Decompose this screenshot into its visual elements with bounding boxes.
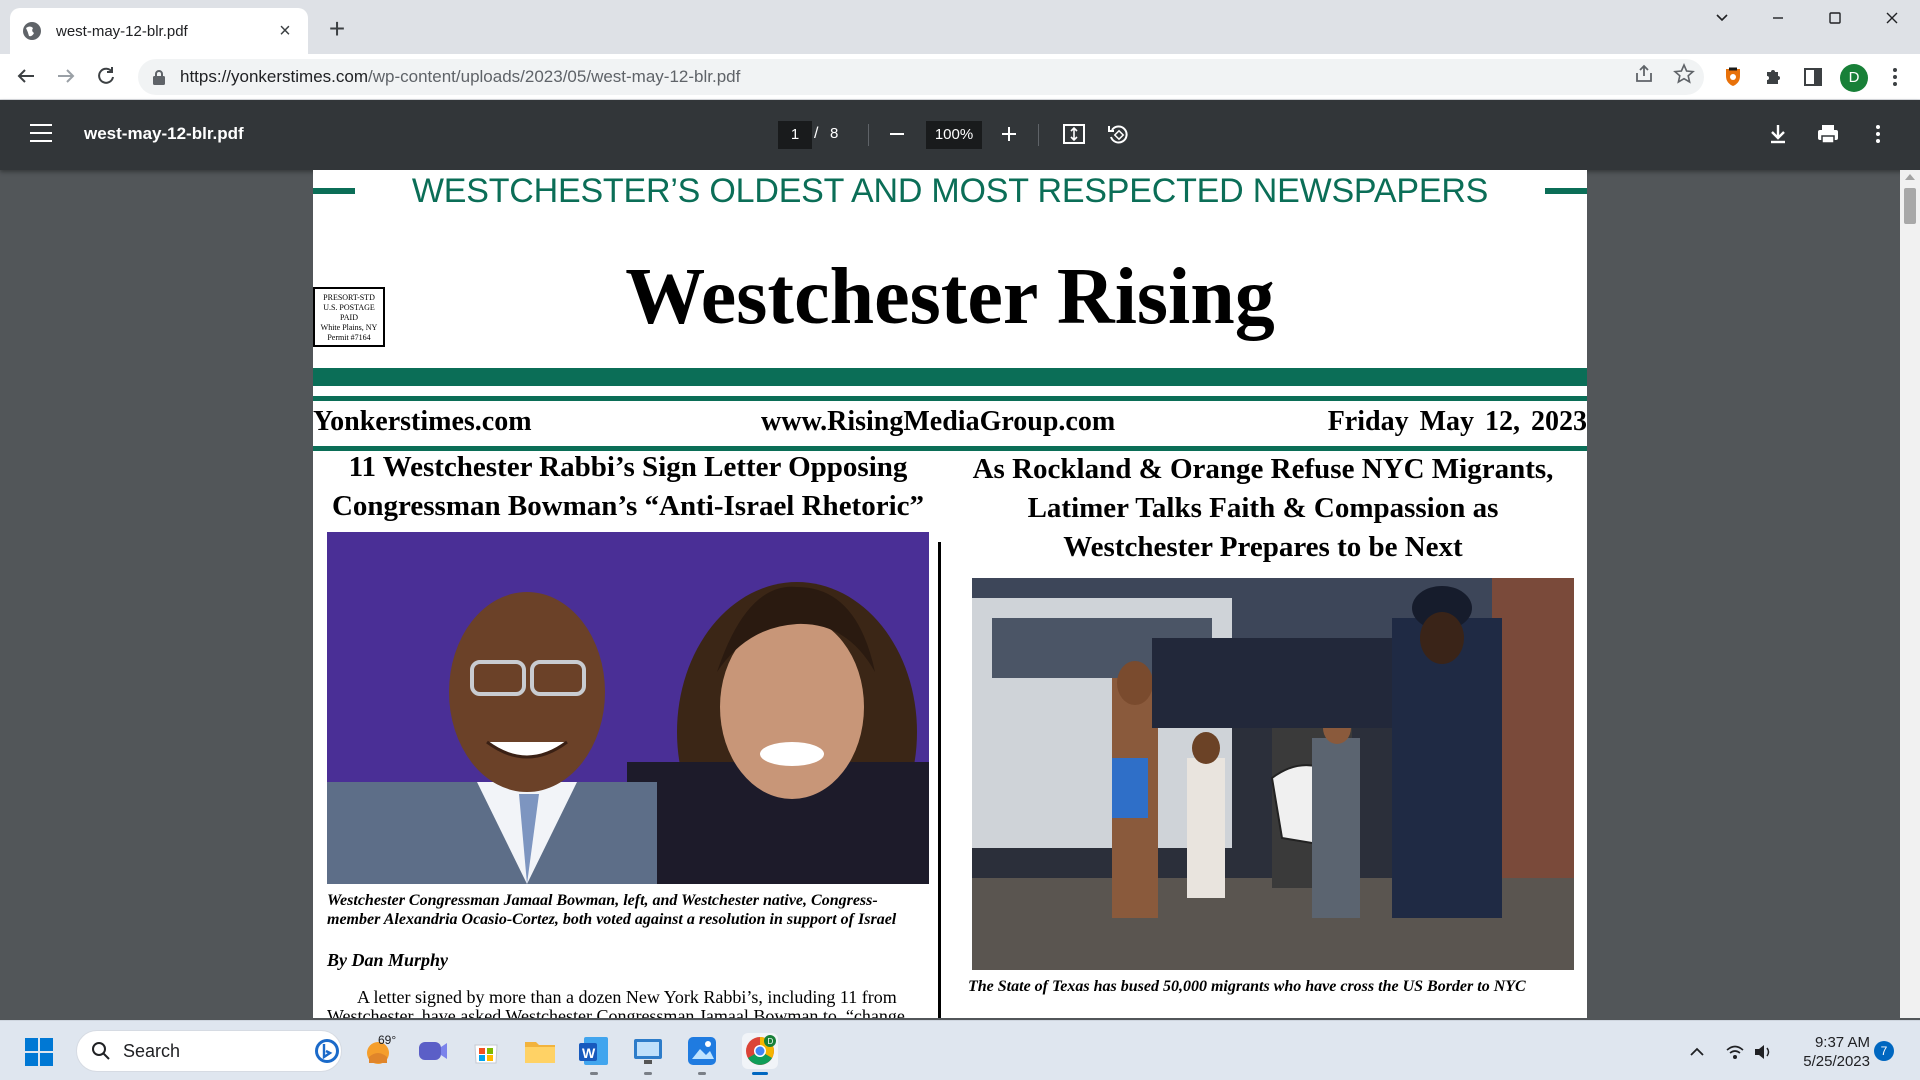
svg-text:W: W bbox=[582, 1045, 596, 1061]
page-separator: / bbox=[814, 125, 819, 142]
remote-desktop-icon[interactable] bbox=[630, 1033, 666, 1075]
dateline: Yonkerstimes.com www.RisingMediaGroup.co… bbox=[313, 406, 1587, 444]
print-icon[interactable] bbox=[1816, 122, 1842, 148]
column-rule bbox=[938, 542, 941, 1018]
system-clock[interactable]: 9:37 AM 5/25/2023 bbox=[1790, 1033, 1870, 1071]
volume-icon[interactable] bbox=[1752, 1041, 1774, 1063]
forward-button[interactable] bbox=[52, 64, 80, 92]
left-photo-caption: Westchester Congressman Jamaal Bowman, l… bbox=[327, 892, 897, 928]
extensions-puzzle-icon[interactable] bbox=[1760, 66, 1786, 92]
issue-date: Friday May 12, 2023 bbox=[1327, 406, 1587, 437]
maximize-window-button[interactable] bbox=[1815, 10, 1855, 40]
windows-taskbar: Search 69° W D 9:37 AM 5/25/2023 7 bbox=[0, 1020, 1920, 1080]
close-tab-icon[interactable]: × bbox=[274, 20, 296, 43]
browser-toolbar: https://yonkerstimes.com/wp-content/uplo… bbox=[0, 54, 1920, 100]
browser-tab-active[interactable]: west-may-12-blr.pdf × bbox=[10, 8, 308, 54]
tab-title: west-may-12-blr.pdf bbox=[56, 22, 188, 40]
windows-start-icon[interactable] bbox=[24, 1037, 54, 1067]
share-icon[interactable] bbox=[1630, 63, 1658, 91]
right-photo-caption: The State of Texas has bused 50,000 migr… bbox=[968, 978, 1526, 995]
file-explorer-icon[interactable] bbox=[522, 1033, 558, 1069]
toolbar-divider bbox=[1038, 124, 1039, 146]
left-article-body: A letter signed by more than a dozen New… bbox=[327, 987, 905, 1019]
headline-line: Congressman Bowman’s “Anti-Israel Rhetor… bbox=[331, 490, 925, 522]
running-indicator bbox=[698, 1072, 706, 1075]
clock-time: 9:37 AM bbox=[1814, 1034, 1870, 1051]
extension-shield-icon[interactable] bbox=[1720, 66, 1746, 92]
left-article-headline: 11 Westchester Rabbi’s Sign Letter Oppos… bbox=[313, 448, 943, 526]
clock-date: 5/25/2023 bbox=[1803, 1053, 1870, 1070]
address-bar[interactable]: https://yonkerstimes.com/wp-content/uplo… bbox=[138, 59, 1704, 95]
microsoft-store-icon[interactable] bbox=[468, 1033, 504, 1069]
pdf-viewer-toolbar: west-may-12-blr.pdf 1 / 8 100% bbox=[0, 100, 1920, 170]
show-hidden-icons-chevron-icon[interactable] bbox=[1686, 1041, 1708, 1063]
chrome-menu-icon[interactable] bbox=[1882, 66, 1908, 92]
notification-badge[interactable]: 7 bbox=[1874, 1041, 1894, 1061]
pdf-file-name: west-may-12-blr.pdf bbox=[84, 124, 244, 143]
headline-line: As Rockland & Orange Refuse NYC Migrants… bbox=[972, 453, 1554, 485]
wifi-icon[interactable] bbox=[1724, 1041, 1746, 1063]
zoom-level-input[interactable]: 100% bbox=[926, 121, 982, 149]
running-indicator bbox=[590, 1072, 598, 1075]
minimize-window-button[interactable] bbox=[1758, 10, 1798, 40]
search-icon bbox=[92, 1042, 110, 1060]
headline-line: 11 Westchester Rabbi’s Sign Letter Oppos… bbox=[348, 451, 908, 483]
word-app-icon[interactable]: W bbox=[576, 1033, 612, 1075]
pdf-scrollbar[interactable] bbox=[1900, 170, 1920, 1018]
newspaper-tagline: WESTCHESTER’S OLDEST AND MOST RESPECTED … bbox=[411, 172, 1489, 210]
bookmark-star-icon[interactable] bbox=[1670, 62, 1698, 91]
back-button[interactable] bbox=[12, 64, 40, 92]
page-number-input[interactable]: 1 bbox=[778, 121, 812, 149]
masthead-rule-thick bbox=[313, 368, 1587, 386]
profile-avatar[interactable]: D bbox=[1840, 64, 1868, 92]
site-left: Yonkerstimes.com bbox=[313, 406, 532, 437]
tab-search-chevron-icon[interactable] bbox=[1702, 10, 1742, 40]
reload-button[interactable] bbox=[92, 64, 120, 92]
page-total: 8 bbox=[830, 125, 839, 142]
chrome-app-icon[interactable]: D bbox=[742, 1033, 778, 1075]
svg-text:D: D bbox=[768, 1037, 774, 1046]
scroll-up-arrow-icon[interactable] bbox=[1905, 174, 1915, 180]
search-label: Search bbox=[123, 1040, 181, 1061]
browser-tab-strip: west-may-12-blr.pdf × + bbox=[0, 0, 1920, 54]
more-options-icon[interactable] bbox=[1866, 122, 1892, 148]
zoom-out-button[interactable] bbox=[882, 120, 912, 150]
globe-icon bbox=[23, 22, 41, 40]
menu-hamburger-icon[interactable] bbox=[30, 124, 52, 142]
close-window-button[interactable] bbox=[1872, 10, 1912, 40]
headline-line: Latimer Talks Faith & Compassion as bbox=[1027, 492, 1499, 524]
taskbar-search-box[interactable]: Search bbox=[76, 1030, 342, 1072]
side-panel-icon[interactable] bbox=[1800, 66, 1826, 92]
toolbar-divider bbox=[868, 124, 869, 146]
headline-line: Westchester Prepares to be Next bbox=[1063, 531, 1463, 563]
photos-app-icon[interactable] bbox=[684, 1033, 720, 1075]
bowman-ocasio-cortez-photo bbox=[327, 532, 929, 884]
teams-chat-icon[interactable] bbox=[414, 1033, 450, 1069]
url-text: https://yonkerstimes.com/wp-content/uplo… bbox=[180, 67, 741, 86]
site-center: www.RisingMediaGroup.com bbox=[761, 406, 1116, 437]
migrants-bus-photo bbox=[972, 578, 1574, 970]
lock-icon[interactable] bbox=[152, 69, 166, 85]
rotate-icon[interactable] bbox=[1106, 122, 1132, 148]
fit-to-page-icon[interactable] bbox=[1062, 122, 1088, 148]
download-icon[interactable] bbox=[1766, 122, 1792, 148]
bing-icon[interactable] bbox=[313, 1037, 341, 1065]
right-article-headline: As Rockland & Orange Refuse NYC Migrants… bbox=[953, 450, 1573, 567]
scrollbar-thumb[interactable] bbox=[1904, 188, 1916, 224]
weather-temperature: 69° bbox=[378, 1033, 397, 1047]
newspaper-masthead: Westchester Rising bbox=[625, 253, 1275, 341]
new-tab-button[interactable]: + bbox=[322, 14, 352, 44]
running-indicator bbox=[644, 1072, 652, 1075]
left-article-byline: By Dan Murphy bbox=[327, 950, 449, 970]
running-indicator bbox=[752, 1072, 768, 1075]
pdf-page: WESTCHESTER’S OLDEST AND MOST RESPECTED … bbox=[313, 170, 1587, 1018]
zoom-in-button[interactable] bbox=[994, 120, 1024, 150]
masthead-rule-thin bbox=[313, 396, 1587, 401]
